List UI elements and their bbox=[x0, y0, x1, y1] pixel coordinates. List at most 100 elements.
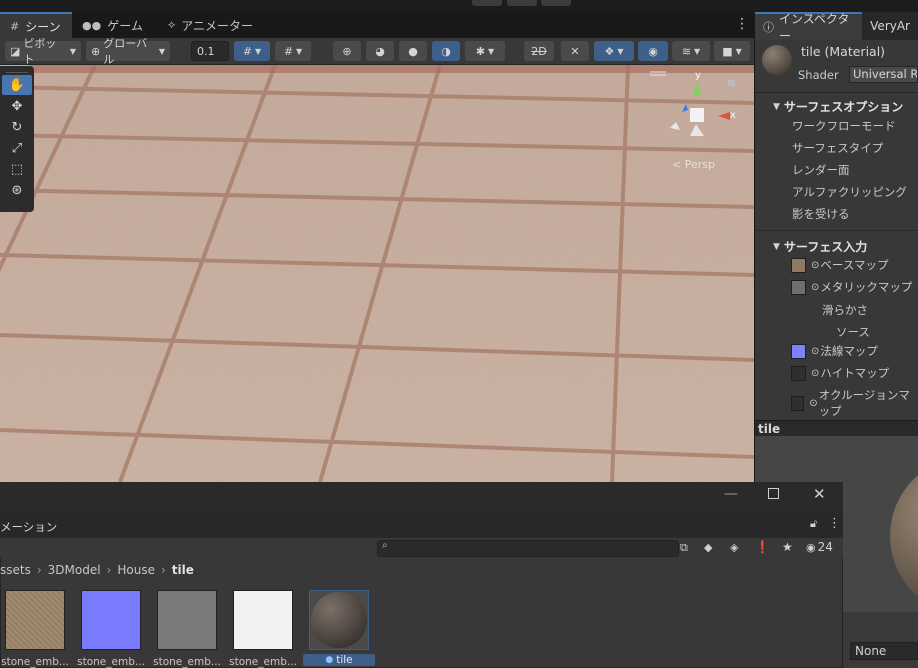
breadcrumb-assets[interactable]: ssets bbox=[0, 563, 31, 577]
pause-button[interactable] bbox=[507, 0, 537, 6]
filter-type-icon[interactable]: ◆ bbox=[704, 541, 712, 554]
surface-options-header: サーフェスオプション bbox=[783, 100, 904, 114]
projection-label[interactable]: < Persp bbox=[672, 158, 715, 171]
object-picker-icon[interactable]: ⊙ bbox=[809, 398, 817, 409]
eye-icon: ◉ bbox=[648, 44, 658, 58]
chevron-down-icon: ▼ bbox=[488, 46, 495, 56]
surface-options-foldout[interactable]: ▼ サーフェスオプション bbox=[773, 98, 903, 115]
favorite-star-icon[interactable]: ★ bbox=[782, 540, 793, 554]
tab-inspector[interactable]: ⓘ インスペクター bbox=[755, 12, 863, 43]
asset-thumbnail bbox=[157, 590, 217, 650]
tab-animator-label: アニメーター bbox=[181, 18, 254, 33]
rect-tool[interactable]: ⬚ bbox=[2, 159, 32, 179]
orientation-gizmo[interactable]: y x bbox=[648, 66, 748, 162]
light-off-icon: ✕ bbox=[570, 44, 580, 58]
lighting-toggle[interactable]: ✕ bbox=[561, 41, 589, 61]
grid-snap-icon: # bbox=[242, 44, 253, 58]
asset-item[interactable]: stone_emb... bbox=[152, 590, 223, 668]
visibility-toggle[interactable]: ◉ bbox=[638, 41, 668, 61]
shader-dropdown[interactable]: Universal Re bbox=[849, 66, 918, 83]
close-icon[interactable]: ✕ bbox=[813, 485, 826, 503]
eye-icon: ◉ bbox=[806, 540, 816, 554]
rect-icon: ⬚ bbox=[10, 161, 24, 177]
toggle-2d-button[interactable]: 2D bbox=[524, 41, 554, 61]
asset-item[interactable]: stone_emb... bbox=[228, 590, 299, 668]
pivot-dropdown[interactable]: ◪ ピボット ▼ bbox=[5, 37, 81, 66]
camera-dropdown[interactable]: ■ ▼ bbox=[714, 41, 750, 61]
material-name: tile (Material) bbox=[801, 44, 886, 59]
asset-bundle-dropdown[interactable]: None bbox=[850, 642, 918, 660]
chevron-down-icon: ▼ bbox=[158, 46, 165, 56]
object-picker-icon[interactable]: ⊙ bbox=[811, 368, 819, 379]
metallic-map-swatch[interactable] bbox=[791, 279, 806, 295]
grid-snap-toggle[interactable]: # ▼ bbox=[234, 41, 270, 61]
transform-tool[interactable]: ⊛ bbox=[2, 180, 32, 200]
asset-label: stone_emb... bbox=[229, 656, 297, 668]
shaded-wireframe-icon: ◕ bbox=[375, 44, 385, 58]
grid-icon: # bbox=[10, 19, 20, 33]
asset-label: stone_emb... bbox=[1, 656, 69, 668]
transform-icon: ⊛ bbox=[11, 182, 23, 198]
preview-header[interactable]: tile bbox=[755, 420, 918, 437]
step-button[interactable] bbox=[541, 0, 571, 6]
asset-thumbnail bbox=[233, 590, 293, 650]
project-window-titlebar[interactable]: — ✕ bbox=[0, 482, 843, 510]
breadcrumb-3dmodel[interactable]: 3DModel bbox=[48, 563, 101, 577]
breadcrumb-house[interactable]: House bbox=[117, 563, 155, 577]
render-face-label: レンダー面 bbox=[792, 163, 850, 177]
hand-tool[interactable]: ✋ bbox=[2, 75, 32, 95]
project-search-input[interactable]: ⌕ bbox=[377, 540, 679, 557]
gizmos-dropdown[interactable]: ≋ ▼ bbox=[672, 41, 710, 61]
object-picker-icon[interactable]: ⊙ bbox=[811, 282, 819, 293]
search-by-type-icon[interactable]: ⧉ bbox=[680, 541, 688, 555]
tab-veryanimation-label: VeryAr bbox=[870, 19, 910, 33]
shading-wireframe-button[interactable]: ⊕ bbox=[333, 41, 361, 61]
rotate-tool[interactable]: ↻ bbox=[2, 117, 32, 137]
shading-shaded-button[interactable]: ● bbox=[399, 41, 427, 61]
debug-draw-mode-dropdown[interactable]: ✱ ▼ bbox=[465, 41, 505, 61]
breadcrumb-tile[interactable]: tile bbox=[172, 563, 194, 577]
normal-map-swatch[interactable] bbox=[791, 343, 806, 359]
asset-label: stone_emb... bbox=[153, 656, 221, 668]
snap-value-field[interactable]: 0.1 bbox=[191, 41, 229, 61]
toggle-2d-label: 2D bbox=[531, 44, 547, 58]
warning-icon[interactable]: ❗ bbox=[755, 540, 770, 554]
tab-animation[interactable]: メーション bbox=[0, 519, 57, 535]
tab-scene-label: シーン bbox=[25, 19, 61, 34]
project-menu-icon[interactable]: ⋮ bbox=[828, 516, 841, 531]
surface-type-label: サーフェスタイプ bbox=[792, 141, 884, 155]
surface-inputs-foldout[interactable]: ▼ サーフェス入力 bbox=[773, 238, 867, 255]
lock-icon[interactable]: 🔓︎ bbox=[810, 517, 817, 531]
minimize-icon[interactable]: — bbox=[724, 486, 738, 502]
object-picker-icon[interactable]: ⊙ bbox=[811, 346, 819, 357]
drag-handle[interactable] bbox=[6, 66, 28, 73]
metallic-map-row: ⊙ メタリックマップ bbox=[791, 279, 912, 295]
tab-animator[interactable]: ⟡ アニメーター bbox=[158, 12, 268, 38]
scene-viewport[interactable] bbox=[0, 65, 754, 482]
label-icon[interactable]: ◈ bbox=[730, 541, 738, 554]
occlusion-map-swatch[interactable] bbox=[791, 395, 805, 411]
object-picker-icon[interactable]: ⊙ bbox=[811, 260, 819, 271]
asset-item[interactable]: stone_emb... bbox=[0, 590, 71, 668]
tab-inspector-label: インスペクター bbox=[779, 12, 850, 43]
shading-shaded-wireframe-button[interactable]: ◕ bbox=[366, 41, 394, 61]
global-dropdown[interactable]: ⊕ グローバル ▼ bbox=[86, 37, 170, 66]
scale-tool[interactable]: ⤢ bbox=[2, 138, 32, 158]
asset-item-selected[interactable]: ● tile bbox=[303, 590, 375, 666]
effects-dropdown[interactable]: ❖ ▼ bbox=[594, 41, 634, 61]
height-map-swatch[interactable] bbox=[791, 365, 806, 381]
move-tool[interactable]: ✥ bbox=[2, 96, 32, 116]
tab-veryanimation[interactable]: VeryAr bbox=[862, 12, 918, 40]
increment-snap-icon: # bbox=[283, 44, 294, 58]
asset-item[interactable]: stone_emb... bbox=[76, 590, 147, 668]
chevron-right-icon: › bbox=[160, 563, 166, 577]
hidden-packages-toggle[interactable]: ◉ 24 bbox=[806, 540, 833, 554]
base-map-swatch[interactable] bbox=[791, 257, 806, 273]
play-button[interactable] bbox=[472, 0, 502, 6]
scene-menu-icon[interactable]: ⋮ bbox=[735, 16, 749, 32]
globe-icon: ⊕ bbox=[91, 44, 101, 58]
maximize-icon[interactable] bbox=[768, 488, 779, 499]
shading-unlit-button[interactable]: ◑ bbox=[432, 41, 460, 61]
increment-snap-toggle[interactable]: # ▼ bbox=[275, 41, 311, 61]
gamepad-icon: ●● bbox=[82, 18, 102, 32]
